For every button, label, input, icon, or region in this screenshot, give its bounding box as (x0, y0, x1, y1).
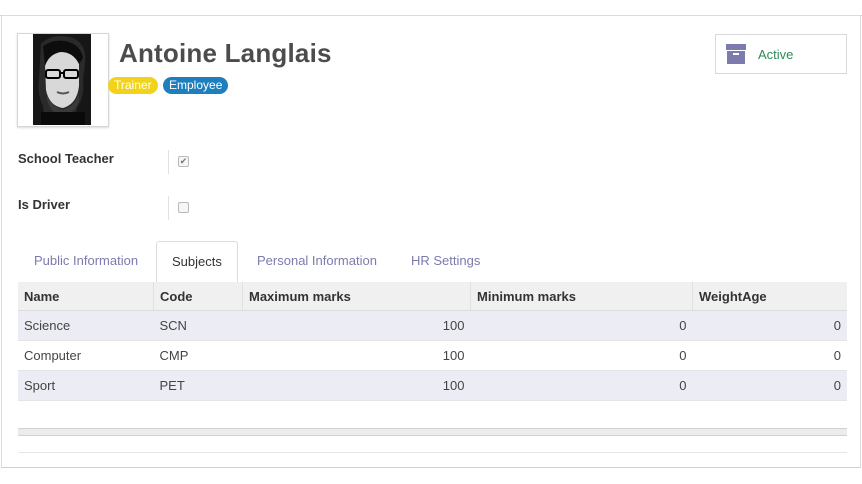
tag-trainer: Trainer (108, 77, 158, 94)
active-toggle-button[interactable]: Active (715, 34, 847, 74)
cell-name: Science (18, 310, 154, 341)
notebook-tabs: Public Information Subjects Personal Inf… (18, 241, 847, 283)
subjects-table: Name Code Maximum marks Minimum marks We… (18, 282, 847, 401)
table-header-row: Name Code Maximum marks Minimum marks We… (18, 282, 847, 311)
footer-divider (18, 452, 847, 453)
archive-icon (726, 44, 746, 64)
list-footer-bar (18, 428, 847, 436)
cell-weightage: 0 (692, 310, 847, 341)
tab-hr-settings[interactable]: HR Settings (411, 241, 480, 282)
cell-weightage: 0 (692, 370, 847, 401)
avatar-photo (33, 34, 91, 125)
table-row[interactable]: Sport PET 100 0 0 (18, 370, 847, 401)
tab-personal-information[interactable]: Personal Information (257, 241, 377, 282)
cell-code: PET (153, 370, 243, 401)
cell-max-marks: 100 (242, 310, 471, 341)
cell-max-marks: 100 (242, 370, 471, 401)
column-header-name[interactable]: Name (18, 282, 154, 311)
school-teacher-label: School Teacher (18, 151, 114, 166)
cell-code: CMP (153, 340, 243, 371)
avatar[interactable] (17, 33, 109, 127)
field-separator (168, 196, 169, 220)
column-header-minimum-marks[interactable]: Minimum marks (470, 282, 693, 311)
cell-max-marks: 100 (242, 340, 471, 371)
cell-min-marks: 0 (470, 310, 693, 341)
cell-weightage: 0 (692, 340, 847, 371)
column-header-weightage[interactable]: WeightAge (692, 282, 847, 311)
column-header-code[interactable]: Code (153, 282, 243, 311)
tab-public-information[interactable]: Public Information (34, 241, 138, 282)
cell-min-marks: 0 (470, 340, 693, 371)
tag-employee: Employee (163, 77, 229, 94)
is-driver-label: Is Driver (18, 197, 71, 212)
school-teacher-checkbox[interactable]: ✔ (178, 156, 189, 167)
tab-subjects[interactable]: Subjects (156, 241, 238, 283)
cell-name: Sport (18, 370, 154, 401)
is-driver-checkbox[interactable] (178, 202, 189, 213)
cell-name: Computer (18, 340, 154, 371)
table-row[interactable]: Science SCN 100 0 0 (18, 310, 847, 341)
active-label: Active (758, 46, 794, 62)
column-header-maximum-marks[interactable]: Maximum marks (242, 282, 471, 311)
employee-name: Antoine Langlais (119, 38, 332, 68)
cell-code: SCN (153, 310, 243, 341)
field-separator (168, 150, 169, 174)
cell-min-marks: 0 (470, 370, 693, 401)
table-row[interactable]: Computer CMP 100 0 0 (18, 340, 847, 371)
